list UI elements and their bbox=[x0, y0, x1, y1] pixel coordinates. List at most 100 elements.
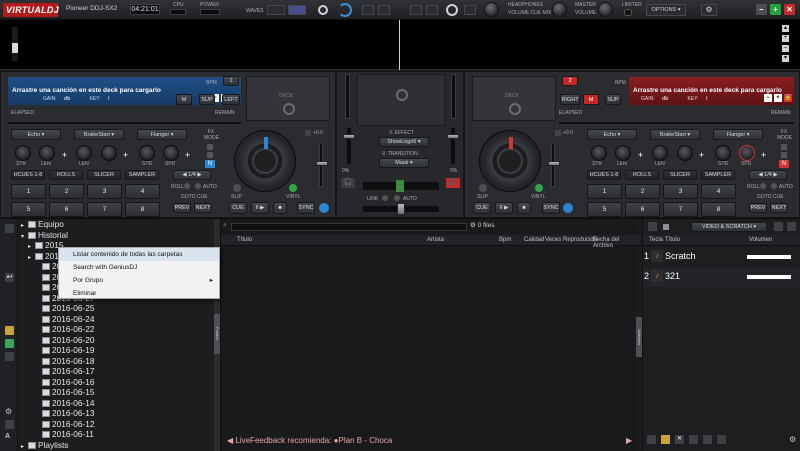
deck-left-pad-mode-hotcues[interactable]: HCUES 1-8 bbox=[11, 170, 45, 180]
layout-button-1[interactable] bbox=[362, 5, 374, 15]
deck-right-pad-7[interactable]: 7 bbox=[663, 202, 698, 217]
right-channel-fader-track[interactable] bbox=[447, 128, 459, 164]
deck-left-pitch-lock-icon[interactable] bbox=[305, 130, 311, 136]
column-quality[interactable]: Calidad bbox=[524, 237, 544, 243]
deck-left-number[interactable]: 1 bbox=[223, 76, 239, 86]
deck-right-pad-2[interactable]: 2 bbox=[625, 184, 660, 199]
sampler-footer-icon-1[interactable] bbox=[647, 435, 656, 444]
left-channel-fader-track[interactable] bbox=[343, 128, 355, 164]
deck-right-pad-1[interactable]: 1 bbox=[587, 184, 622, 199]
sampler-footer-icon-2[interactable] bbox=[661, 435, 670, 444]
tree-item[interactable]: 2016-06-16 bbox=[18, 377, 218, 388]
deck-right-fx2-knob[interactable] bbox=[652, 145, 668, 161]
deck-right-fx1-add-icon[interactable]: + bbox=[638, 150, 643, 160]
deck-right-fx1-len-knob[interactable] bbox=[615, 145, 631, 161]
deck-left-fx-mode-led-1[interactable] bbox=[207, 144, 213, 150]
deck-right-pad-mode-sampler[interactable]: SAMPLER bbox=[701, 170, 735, 180]
deck-left-vinyl-led[interactable] bbox=[289, 184, 297, 192]
menu-item-search-geniusdj[interactable]: Search with GeniusDJ bbox=[59, 261, 219, 274]
deck-right-pad-8[interactable]: 8 bbox=[701, 202, 736, 217]
tree-item[interactable]: 2016-06-14 bbox=[18, 398, 218, 409]
deck-right-prev-button[interactable]: PREV bbox=[749, 203, 767, 213]
shuffle-icon[interactable]: ✕ bbox=[675, 435, 684, 444]
deck-left-fx2-knob[interactable] bbox=[76, 145, 92, 161]
search-icon[interactable] bbox=[5, 224, 14, 233]
deck-right-pitch-handle[interactable] bbox=[548, 161, 560, 166]
wave-zoom-plus-icon[interactable]: + bbox=[782, 35, 789, 42]
sampler-column-key[interactable]: Tecla bbox=[649, 237, 663, 243]
deck-right-progress[interactable] bbox=[559, 122, 794, 124]
settings-gear-icon[interactable]: ⚙ bbox=[701, 4, 717, 16]
link-led[interactable] bbox=[382, 195, 388, 201]
deck-left-pad-8[interactable]: 8 bbox=[125, 202, 160, 217]
deck-left-sync-button[interactable]: SYNC bbox=[297, 202, 315, 214]
deck-right-stop-button[interactable]: ■ bbox=[517, 202, 531, 214]
column-play-count[interactable]: Veces Reproducida bbox=[545, 237, 597, 243]
v-effect-select[interactable]: ShowLogo6 ▾ bbox=[379, 137, 429, 147]
deck-left-pad-1[interactable]: 1 bbox=[11, 184, 46, 199]
deck-right-sync-button[interactable]: SYNC bbox=[542, 202, 560, 214]
tree-item[interactable]: 2016-06-15 bbox=[18, 387, 218, 398]
deck-right-pad-mode-rolls[interactable]: ROLLS bbox=[625, 170, 659, 180]
deck-left-pad-mode-slicer[interactable]: SLICER bbox=[87, 170, 121, 180]
deck-left-next-button[interactable]: NEXT bbox=[194, 203, 212, 213]
deck-left-fx3-spd-knob[interactable] bbox=[163, 145, 179, 161]
deck-left-fx3-add-icon[interactable]: + bbox=[185, 150, 190, 160]
info-icon[interactable] bbox=[5, 420, 14, 429]
deck-left-side-button[interactable]: LEFT bbox=[222, 94, 240, 105]
deck-left-fx-mode-toggle[interactable]: N bbox=[205, 160, 215, 168]
layout-button-5[interactable] bbox=[464, 5, 476, 15]
waveform-zoom-handle[interactable] bbox=[12, 43, 18, 53]
close-button[interactable]: ✕ bbox=[784, 4, 795, 15]
deck-right-master-icon[interactable] bbox=[563, 203, 573, 213]
sampler-column-title[interactable]: Título bbox=[665, 237, 680, 243]
tree-item[interactable]: 2016-06-24 bbox=[18, 314, 218, 325]
column-title[interactable]: Título bbox=[237, 237, 252, 243]
deck-right-loop-size[interactable]: ◀ 1/4 ▶ bbox=[749, 170, 787, 180]
tree-item[interactable]: 2016-06-12 bbox=[18, 419, 218, 430]
deck-left-master-icon[interactable] bbox=[319, 203, 329, 213]
v-transition-select[interactable]: Mask ▾ bbox=[379, 158, 429, 168]
tree-item[interactable]: ▸ Playlists bbox=[18, 440, 218, 451]
deck-left-pad-5[interactable]: 5 bbox=[11, 202, 46, 217]
deck-right-fx2-len-knob[interactable] bbox=[677, 145, 693, 161]
deck-right-pitch-lock-icon[interactable] bbox=[555, 130, 561, 136]
sampler-column-volume[interactable]: Volumen bbox=[749, 237, 772, 243]
deck-left-fx2-add-icon[interactable]: + bbox=[123, 150, 128, 160]
tree-expander-icon[interactable]: ▾ bbox=[21, 232, 28, 243]
search-input[interactable] bbox=[231, 223, 467, 231]
crossfader-curve-icon[interactable] bbox=[338, 3, 352, 17]
deck-right-cue-button[interactable]: CUE bbox=[473, 202, 491, 214]
deck-right-fx-1-select[interactable]: Echo ▾ bbox=[587, 129, 637, 140]
sampler-footer-icon-5[interactable] bbox=[703, 435, 712, 444]
deck-left-pitch-handle[interactable] bbox=[316, 161, 328, 166]
waveform-area[interactable]: ▴ + – ▾ bbox=[0, 20, 800, 70]
deck-right-pad-3[interactable]: 3 bbox=[663, 184, 698, 199]
deck-right-pad-6[interactable]: 6 bbox=[625, 202, 660, 217]
live-feedback-text[interactable]: ◀ LiveFeedback recomienda: ●Plan B - Cho… bbox=[227, 436, 392, 445]
deck-right-pad-4[interactable]: 4 bbox=[701, 184, 736, 199]
right-channel-fader-handle[interactable] bbox=[447, 134, 459, 139]
column-artist[interactable]: Artista bbox=[427, 237, 444, 243]
deck-right-fx1-knob[interactable] bbox=[591, 145, 607, 161]
deck-left-fx-1-select[interactable]: Echo ▾ bbox=[11, 129, 61, 140]
deck-left-slip-led[interactable] bbox=[233, 184, 241, 192]
tree-item[interactable]: 2016-06-13 bbox=[18, 408, 218, 419]
video-crossfader-handle[interactable] bbox=[396, 180, 404, 192]
video-crossfader[interactable] bbox=[363, 180, 439, 192]
waves-mode-button-1[interactable] bbox=[267, 5, 285, 15]
deck-right-lock-icon[interactable]: 🔒 bbox=[784, 94, 792, 102]
deck-left-pad-mode-rolls[interactable]: ROLLS bbox=[49, 170, 83, 180]
tree-item[interactable]: 2016-06-17 bbox=[18, 366, 218, 377]
font-size-icon[interactable]: A bbox=[5, 433, 10, 440]
tree-item[interactable]: 2016-06-20 bbox=[18, 335, 218, 346]
deck-left-progress[interactable] bbox=[8, 122, 241, 124]
deck-right-fx2-add-icon[interactable]: + bbox=[699, 150, 704, 160]
deck-left-fx1-knob[interactable] bbox=[15, 145, 31, 161]
sampler-row-1[interactable]: 1 ♪ Scratch bbox=[643, 248, 800, 267]
deck-right-m-button[interactable]: M bbox=[583, 94, 599, 105]
deck-left-fx-2-select[interactable]: BrakeStart ▾ bbox=[74, 129, 124, 140]
deck-left-pad-4[interactable]: 4 bbox=[125, 184, 160, 199]
deck-right-pitch-plus-icon[interactable]: + bbox=[774, 94, 782, 102]
menu-item-list-all-folders[interactable]: Listar contenido de todas las carpetas bbox=[59, 248, 219, 261]
